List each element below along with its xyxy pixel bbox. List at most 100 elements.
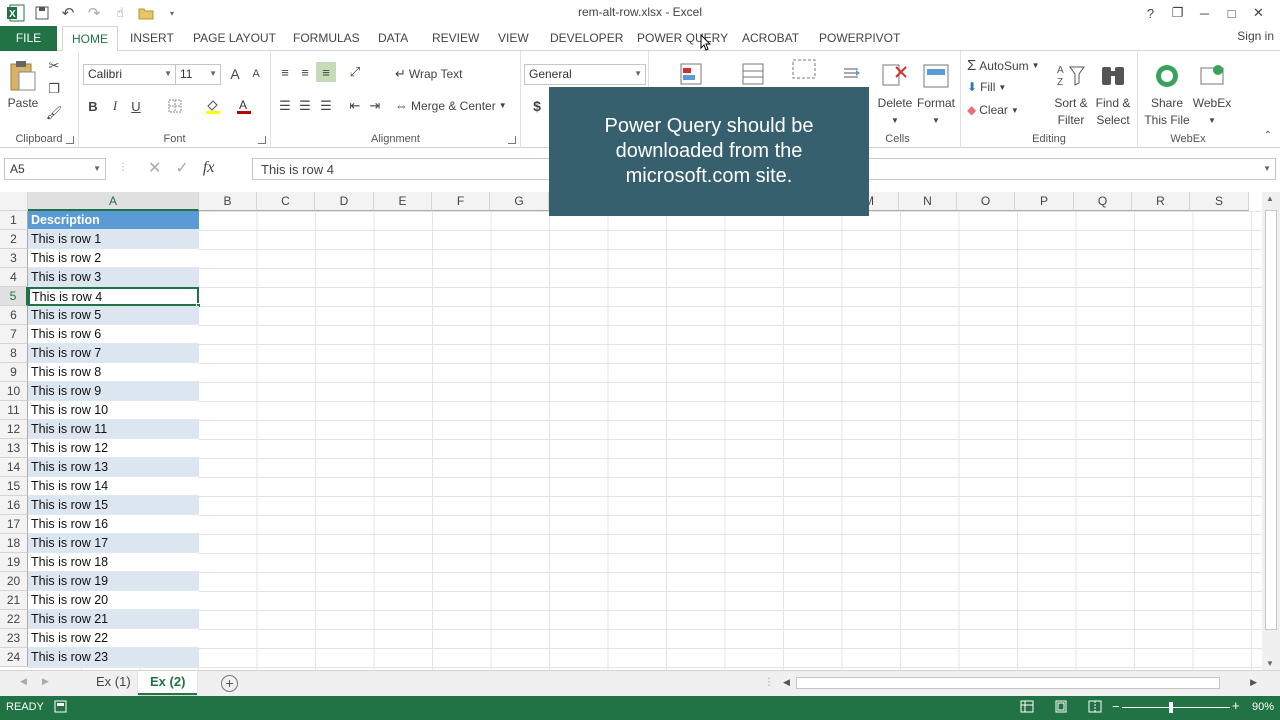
row-header-9[interactable]: 9 bbox=[0, 363, 28, 382]
row-header-18[interactable]: 18 bbox=[0, 534, 28, 553]
column-header-o[interactable]: O bbox=[957, 192, 1015, 211]
row-header-23[interactable]: 23 bbox=[0, 629, 28, 648]
row-header-1[interactable]: 1 bbox=[0, 211, 28, 230]
fill-button[interactable]: ⬇ Fill ▼ bbox=[967, 80, 1006, 94]
table-cell[interactable]: This is row 21 bbox=[28, 610, 199, 629]
grow-font-button[interactable]: A bbox=[225, 64, 245, 84]
webex-button[interactable]: WebEx ▼ bbox=[1190, 59, 1234, 129]
align-bottom-icon[interactable]: ≡ bbox=[316, 62, 336, 82]
macro-record-icon[interactable] bbox=[54, 700, 67, 716]
table-cell[interactable]: This is row 2 bbox=[28, 249, 199, 268]
row-header-8[interactable]: 8 bbox=[0, 344, 28, 363]
select-all-corner[interactable] bbox=[0, 192, 28, 211]
borders-icon[interactable] bbox=[165, 96, 185, 116]
align-middle-icon[interactable]: ≡ bbox=[295, 62, 315, 82]
new-sheet-icon[interactable]: + bbox=[221, 675, 238, 692]
font-size-select[interactable]: 11 ▼ bbox=[175, 64, 221, 85]
cell-styles-icon[interactable] bbox=[789, 57, 819, 85]
table-cell[interactable]: This is row 19 bbox=[28, 572, 199, 591]
decrease-indent-icon[interactable]: ⇤ bbox=[345, 96, 365, 116]
name-box[interactable]: A5 ▼ bbox=[4, 158, 106, 180]
row-header-21[interactable]: 21 bbox=[0, 591, 28, 610]
horizontal-scrollbar[interactable]: ◀ ▶ bbox=[780, 676, 1260, 691]
row-header-3[interactable]: 3 bbox=[0, 249, 28, 268]
table-cell[interactable]: This is row 11 bbox=[28, 420, 199, 439]
table-cell[interactable]: This is row 13 bbox=[28, 458, 199, 477]
autosum-button[interactable]: Σ AutoSum ▼ bbox=[967, 57, 1040, 74]
prev-sheet-icon[interactable]: ◀ bbox=[20, 676, 27, 687]
ribbon-display-options-icon[interactable]: ❐ bbox=[1164, 3, 1191, 23]
orientation-icon[interactable]: ⤢ bbox=[345, 62, 365, 82]
alignment-launcher-icon[interactable] bbox=[508, 136, 516, 144]
header-cell[interactable]: Description bbox=[28, 211, 199, 230]
table-cell[interactable]: This is row 10 bbox=[28, 401, 199, 420]
zoom-out-icon[interactable]: − bbox=[1112, 699, 1120, 714]
minimize-icon[interactable]: ─ bbox=[1191, 3, 1218, 23]
insert-function-icon[interactable]: fx bbox=[203, 159, 215, 177]
row-header-19[interactable]: 19 bbox=[0, 553, 28, 572]
row-header-6[interactable]: 6 bbox=[0, 306, 28, 325]
vertical-scrollbar[interactable]: ▲ ▼ bbox=[1262, 192, 1280, 670]
column-header-a[interactable]: A bbox=[28, 192, 199, 211]
tab-home[interactable]: HOME bbox=[62, 26, 118, 52]
table-cell[interactable]: This is row 15 bbox=[28, 496, 199, 515]
fill-color-icon[interactable] bbox=[203, 96, 223, 116]
sort-filter-button[interactable]: AZ Sort & Filter bbox=[1049, 59, 1093, 129]
row-header-12[interactable]: 12 bbox=[0, 420, 28, 439]
tab-power-query[interactable]: POWER QUERY bbox=[628, 26, 737, 51]
table-cell[interactable]: This is row 18 bbox=[28, 553, 199, 572]
scroll-right-icon[interactable]: ▶ bbox=[1250, 677, 1257, 688]
row-header-14[interactable]: 14 bbox=[0, 458, 28, 477]
table-cell[interactable]: This is row 7 bbox=[28, 344, 199, 363]
format-button[interactable]: Format ▼ bbox=[915, 59, 957, 129]
row-header-5[interactable]: 5 bbox=[0, 287, 28, 306]
row-header-13[interactable]: 13 bbox=[0, 439, 28, 458]
tab-powerpivot[interactable]: POWERPIVOT bbox=[810, 26, 909, 51]
close-icon[interactable]: ✕ bbox=[1245, 3, 1272, 23]
tab-page-layout[interactable]: PAGE LAYOUT bbox=[184, 26, 285, 51]
zoom-level[interactable]: 90% bbox=[1252, 701, 1274, 713]
name-box-dropdown-icon[interactable]: ▼ bbox=[93, 164, 101, 173]
currency-button[interactable]: $ bbox=[527, 96, 547, 116]
column-header-n[interactable]: N bbox=[899, 192, 957, 211]
tab-file[interactable]: FILE bbox=[0, 26, 57, 51]
table-cell[interactable]: This is row 5 bbox=[28, 306, 199, 325]
horizontal-scroll-thumb[interactable] bbox=[796, 677, 1220, 689]
next-sheet-icon[interactable]: ▶ bbox=[42, 676, 49, 687]
conditional-formatting-icon[interactable] bbox=[677, 61, 707, 89]
table-cell[interactable]: This is row 23 bbox=[28, 648, 199, 667]
row-header-24[interactable]: 24 bbox=[0, 648, 28, 667]
column-header-r[interactable]: R bbox=[1132, 192, 1190, 211]
tab-formulas[interactable]: FORMULAS bbox=[284, 26, 369, 51]
increase-indent-icon[interactable]: ⇥ bbox=[365, 96, 385, 116]
help-icon[interactable]: ? bbox=[1137, 3, 1164, 23]
column-header-p[interactable]: P bbox=[1015, 192, 1074, 211]
column-header-d[interactable]: D bbox=[315, 192, 374, 211]
table-cell[interactable]: This is row 14 bbox=[28, 477, 199, 496]
row-header-2[interactable]: 2 bbox=[0, 230, 28, 249]
table-cell[interactable]: This is row 16 bbox=[28, 515, 199, 534]
worksheet-grid[interactable]: ABCDEFGHIJKLMNOPQRS 12345678910111213141… bbox=[0, 192, 1262, 670]
delete-button[interactable]: Delete ▼ bbox=[873, 59, 917, 129]
table-cell[interactable]: This is row 6 bbox=[28, 325, 199, 344]
scroll-down-icon[interactable]: ▼ bbox=[1266, 659, 1274, 668]
insert-cells-icon[interactable] bbox=[841, 59, 867, 87]
align-top-icon[interactable]: ≡ bbox=[275, 62, 295, 82]
clipboard-launcher-icon[interactable] bbox=[66, 136, 74, 144]
tab-view[interactable]: VIEW bbox=[489, 26, 538, 51]
align-left-icon[interactable]: ☰ bbox=[275, 96, 295, 116]
copy-icon[interactable]: ❐ bbox=[44, 79, 64, 99]
font-color-icon[interactable]: A bbox=[234, 96, 254, 116]
row-header-20[interactable]: 20 bbox=[0, 572, 28, 591]
tab-developer[interactable]: DEVELOPER bbox=[541, 26, 632, 51]
align-right-icon[interactable]: ☰ bbox=[316, 96, 336, 116]
table-cell[interactable]: This is row 1 bbox=[28, 230, 199, 249]
clear-button[interactable]: ◆ Clear ▼ bbox=[967, 103, 1019, 117]
format-painter-icon[interactable]: 🖌 bbox=[44, 103, 64, 123]
font-name-select[interactable]: Calibri ▼ bbox=[83, 64, 176, 85]
page-layout-view-icon[interactable] bbox=[1054, 700, 1068, 716]
tab-review[interactable]: REVIEW bbox=[423, 26, 488, 51]
row-header-15[interactable]: 15 bbox=[0, 477, 28, 496]
cancel-entry-icon[interactable]: ✕ bbox=[148, 158, 161, 178]
table-cell[interactable]: This is row 4 bbox=[28, 287, 199, 306]
